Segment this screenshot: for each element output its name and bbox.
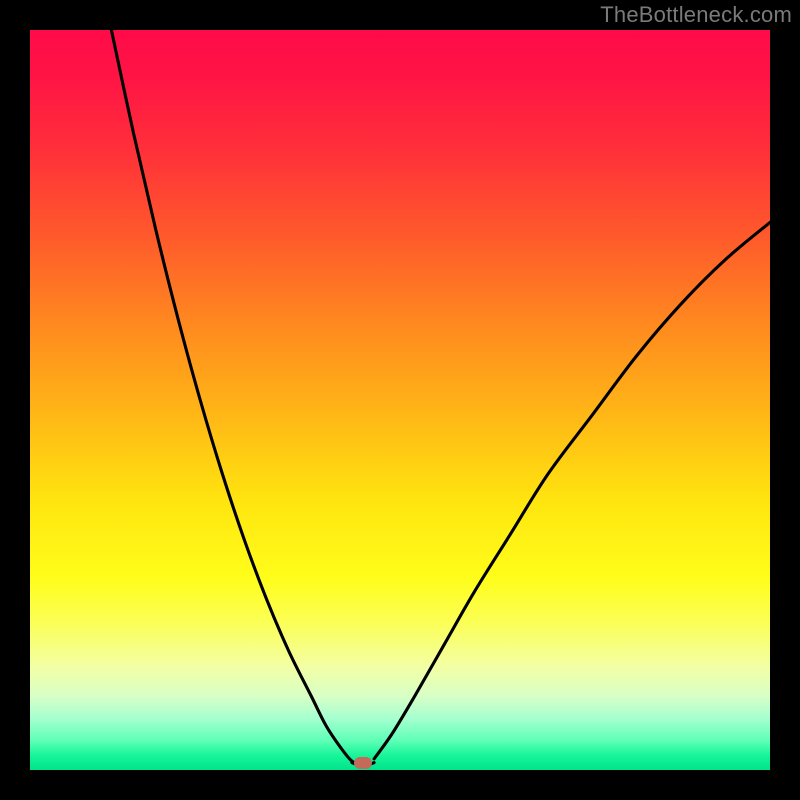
chart-frame: TheBottleneck.com bbox=[0, 0, 800, 800]
plot-area bbox=[30, 30, 770, 770]
watermark-text: TheBottleneck.com bbox=[600, 2, 792, 28]
curve-right-branch bbox=[374, 222, 770, 759]
curve-layer bbox=[30, 30, 770, 770]
bottleneck-marker bbox=[354, 757, 372, 769]
curve-left-branch bbox=[111, 30, 363, 766]
